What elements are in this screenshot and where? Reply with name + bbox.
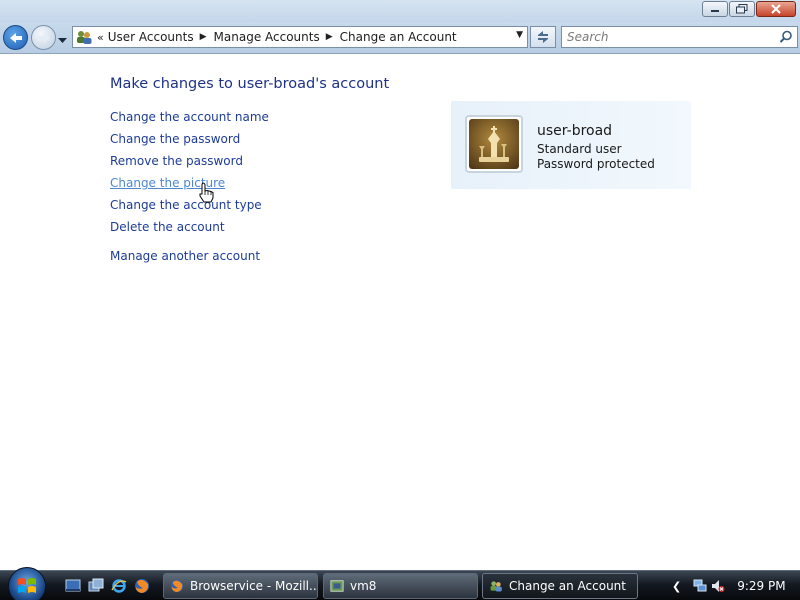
taskbar-button-label: Change an Account (509, 579, 626, 593)
show-hidden-icons-icon[interactable]: ❮ (672, 580, 681, 593)
taskbar-button-label: vm8 (350, 579, 377, 593)
network-icon[interactable] (693, 579, 707, 593)
minimize-icon (711, 10, 719, 12)
internet-explorer-icon[interactable] (111, 578, 127, 594)
title-bar (0, 0, 800, 22)
taskbar: Browservice - Mozill... vm8 Change an Ac… (0, 567, 800, 600)
manage-another-account-link[interactable]: Manage another account (110, 248, 269, 270)
task-list: Change the account name Change the passw… (110, 109, 269, 270)
volume-muted-icon[interactable] (711, 579, 725, 593)
taskbar-button-label: Browservice - Mozill... (190, 579, 318, 593)
firefox-icon (170, 579, 184, 593)
account-name: user-broad (537, 123, 613, 139)
breadcrumb-overflow-icon[interactable]: « (97, 31, 104, 44)
virtual-machine-icon (330, 580, 344, 592)
delete-account-link[interactable]: Delete the account (110, 219, 269, 241)
change-password-link[interactable]: Change the password (110, 131, 269, 153)
back-button[interactable] (3, 25, 28, 50)
remove-password-link[interactable]: Remove the password (110, 153, 269, 175)
address-dropdown-icon[interactable]: ▼ (516, 30, 523, 40)
change-account-name-link[interactable]: Change the account name (110, 109, 269, 131)
user-accounts-icon (490, 581, 502, 592)
minimize-button[interactable] (702, 1, 728, 17)
forward-arrow-icon (37, 32, 50, 43)
chess-pieces-icon (479, 126, 509, 162)
forward-button[interactable] (31, 25, 56, 50)
search-box (561, 26, 798, 48)
search-input[interactable] (562, 27, 762, 47)
account-type: Standard user (537, 142, 622, 156)
breadcrumb-arrow-icon[interactable]: ▶ (200, 32, 207, 42)
taskbar-button-change-account[interactable]: Change an Account (482, 573, 638, 599)
search-icon[interactable] (779, 30, 793, 44)
hand-pointer-icon (199, 182, 214, 203)
navigation-bar: « User Accounts ▶ Manage Accounts ▶ Chan… (0, 22, 800, 54)
change-account-type-link[interactable]: Change the account type (110, 197, 269, 219)
taskbar-button-vm8[interactable]: vm8 (323, 573, 478, 599)
close-button[interactable] (756, 1, 796, 17)
breadcrumb-manage-accounts[interactable]: Manage Accounts (214, 30, 320, 44)
firefox-icon[interactable] (134, 578, 150, 594)
system-tray: ❮ 9:29 PM (664, 571, 800, 600)
breadcrumb-user-accounts[interactable]: User Accounts (108, 30, 194, 44)
maximize-button[interactable] (729, 1, 755, 17)
avatar (465, 115, 523, 173)
back-arrow-icon (9, 32, 22, 43)
taskbar-button-browservice[interactable]: Browservice - Mozill... (163, 573, 318, 599)
start-button[interactable] (8, 567, 46, 600)
window-controls (702, 1, 796, 17)
account-card: user-broad Standard user Password protec… (451, 101, 691, 189)
address-bar[interactable]: « User Accounts ▶ Manage Accounts ▶ Chan… (72, 26, 528, 48)
page-title: Make changes to user-broad's account (110, 76, 390, 92)
switch-windows-icon[interactable] (88, 578, 104, 594)
breadcrumb-arrow-icon[interactable]: ▶ (326, 32, 333, 42)
chess-picture (469, 119, 519, 169)
user-accounts-icon (77, 31, 92, 44)
show-desktop-icon[interactable] (65, 578, 81, 594)
windows-logo-icon (18, 578, 36, 593)
account-password-status: Password protected (537, 157, 655, 171)
breadcrumb-change-account[interactable]: Change an Account (340, 30, 457, 44)
refresh-button[interactable] (530, 26, 556, 48)
recent-pages-button[interactable] (58, 33, 67, 47)
clock[interactable]: 9:29 PM (737, 579, 785, 593)
restore-icon (736, 4, 748, 14)
close-icon (771, 4, 781, 14)
chevron-down-icon (58, 38, 67, 43)
refresh-icon (538, 31, 548, 43)
change-picture-link[interactable]: Change the picture (110, 175, 269, 197)
